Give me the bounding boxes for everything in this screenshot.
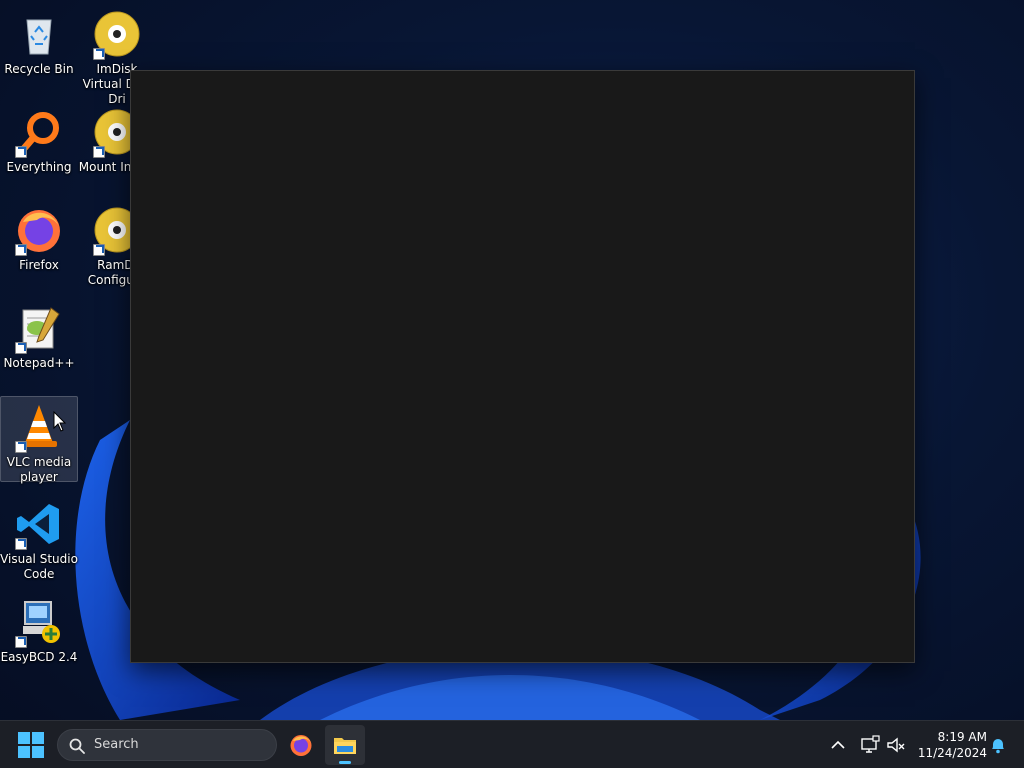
desktop-icon-recycle-bin[interactable]: Recycle Bin [0,4,78,88]
desktop-icon-label: EasyBCD 2.4 [0,650,78,664]
shortcut-arrow-icon [93,146,105,158]
taskbar: Search 8:19 AM 11/24/2024 [0,720,1024,768]
firefox-icon [15,206,63,256]
taskbar-file-explorer[interactable] [325,725,365,765]
notification-bell-icon[interactable] [986,733,1010,757]
chevron-up-icon[interactable] [826,733,850,757]
clock-time: 8:19 AM [937,730,987,744]
notepadpp-icon [15,304,63,354]
active-app-indicator [339,761,351,764]
desktop-icon-label: Firefox [19,258,59,272]
imdisk-icon [93,10,141,60]
desktop-icon-label: Everything [6,160,72,174]
system-clock[interactable]: 8:19 AM 11/24/2024 [915,729,987,761]
volume-muted-icon[interactable] [884,733,908,757]
desktop-icon-label: Notepad++ [3,356,75,370]
network-icon[interactable] [858,733,882,757]
desktop-icon-label: Recycle Bin [4,62,74,76]
desktop-icon-label: VLC media player [6,455,72,484]
easybcd-icon [15,598,63,648]
recycle-bin-icon [15,10,63,58]
shortcut-arrow-icon [15,244,27,256]
shortcut-arrow-icon [15,441,27,453]
desktop-icon-everything[interactable]: Everything [0,102,78,186]
shortcut-arrow-icon [15,146,27,158]
clock-date: 11/24/2024 [917,746,987,760]
firefox-icon [290,735,312,756]
desktop-icon-notepadpp[interactable]: Notepad++ [0,298,78,382]
search-icon [69,738,85,754]
shortcut-arrow-icon [15,636,27,648]
search-label: Search [94,737,139,752]
mouse-cursor-icon [53,411,67,432]
taskbar-firefox[interactable] [281,725,321,765]
desktop-icon-vlc[interactable]: VLC media player [0,396,78,484]
blank-app-window[interactable] [130,70,915,663]
desktop-icon-firefox[interactable]: Firefox [0,200,78,284]
desktop-icon-easybcd[interactable]: EasyBCD 2.4 [0,592,78,676]
file-explorer-icon [334,738,356,754]
shortcut-arrow-icon [93,48,105,60]
desktop-icon-vscode[interactable]: Visual Studio Code [0,494,78,581]
start-button[interactable] [18,732,44,758]
shortcut-arrow-icon [93,244,105,256]
everything-icon [15,108,63,158]
taskbar-search-box[interactable]: Search [57,729,277,761]
shortcut-arrow-icon [15,538,27,550]
shortcut-arrow-icon [15,342,27,354]
windows-logo-icon [18,732,30,744]
vscode-icon [15,500,63,550]
desktop-icon-label: Visual Studio Code [0,552,78,581]
